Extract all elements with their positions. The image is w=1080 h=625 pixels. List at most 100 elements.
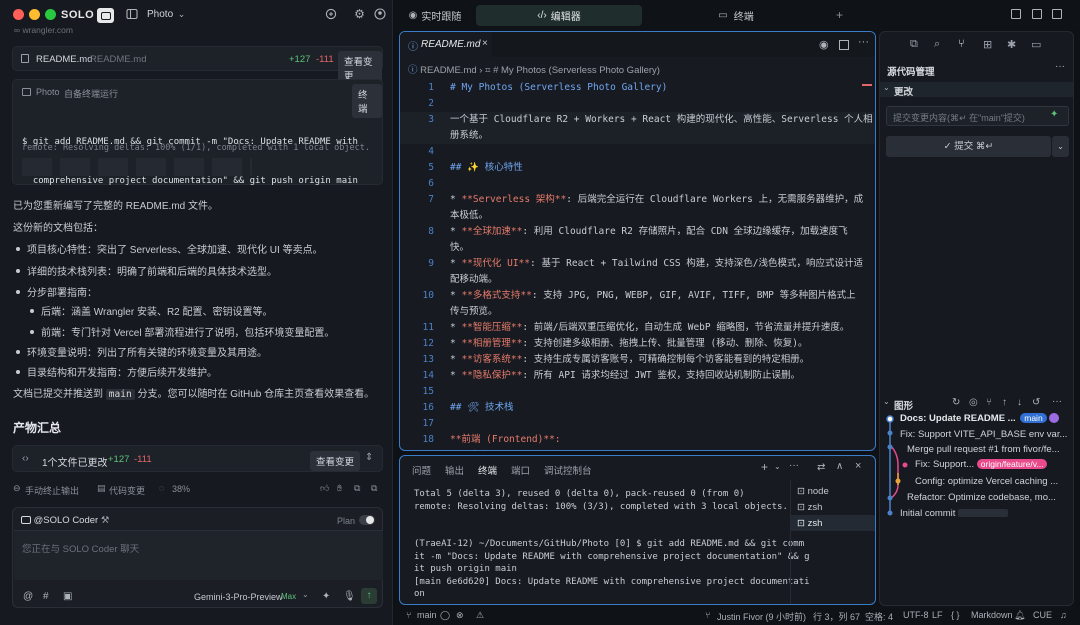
code-line[interactable]: 册系统。 bbox=[400, 128, 875, 144]
code-line[interactable]: 传与预览。 bbox=[400, 304, 875, 320]
add-tab-icon[interactable]: + bbox=[836, 8, 843, 22]
code-line[interactable]: 17 bbox=[400, 416, 875, 432]
branch-icon[interactable]: ⑂ bbox=[986, 397, 992, 408]
bell-icon[interactable]: ♫ bbox=[1060, 610, 1067, 620]
sparkle-icon[interactable]: ✦ bbox=[322, 591, 330, 602]
blame-author[interactable]: Justin Fivor (9 小时前) bbox=[717, 610, 806, 623]
push-icon[interactable]: ↑ bbox=[1002, 397, 1007, 408]
error-icon[interactable]: ⊗ bbox=[456, 610, 464, 621]
commit-row[interactable]: Refactor: Optimize codebase, mo... bbox=[907, 492, 1072, 503]
chat-add-icon[interactable] bbox=[324, 8, 337, 21]
notification-icon[interactable]: 🔔︎ bbox=[1014, 610, 1025, 621]
tab-terminal[interactable]: 终端 bbox=[478, 463, 497, 477]
copy-icon[interactable]: ⧉ bbox=[354, 483, 360, 494]
file-name[interactable]: README.md bbox=[36, 54, 92, 65]
image-icon[interactable]: ▣ bbox=[63, 591, 72, 602]
minimize-window-button[interactable] bbox=[29, 9, 40, 20]
code-line[interactable]: 16 ## 🛠 技术栈 bbox=[400, 400, 875, 416]
more-actions-icon[interactable]: ··· bbox=[1055, 61, 1065, 72]
tab-editor[interactable]: ‹/› 编辑器 bbox=[476, 5, 642, 26]
cue-status[interactable]: CUE bbox=[1033, 610, 1052, 620]
sync-icon[interactable]: ◯ bbox=[440, 610, 450, 621]
sidebar-toggle-icon[interactable] bbox=[125, 8, 138, 21]
code-line[interactable]: 14 * **隐私保护**: 所有 API 请求均经过 JWT 鉴权，支持回收站机… bbox=[400, 368, 875, 384]
refresh-icon[interactable]: ↺ bbox=[1032, 397, 1040, 408]
language-braces[interactable]: { } bbox=[951, 610, 960, 620]
settings-gear-icon[interactable]: ⚙ bbox=[353, 8, 366, 21]
artifact-view-changes-button[interactable]: 查看变更 bbox=[310, 451, 361, 471]
files-icon[interactable]: ⧉ bbox=[910, 38, 918, 51]
warning-icon[interactable]: ⚠ bbox=[476, 610, 484, 621]
chevron-down-icon[interactable]: ⌄ bbox=[175, 8, 188, 21]
target-icon[interactable]: ◎ bbox=[969, 397, 978, 408]
tab-live-follow[interactable]: ◉ 实时跟随 bbox=[400, 5, 470, 26]
plan-toggle[interactable] bbox=[359, 515, 375, 525]
code-line[interactable]: 2 bbox=[400, 96, 875, 112]
search-icon[interactable]: ⌕ bbox=[934, 38, 940, 51]
commit-row[interactable]: Initial commit bbox=[900, 508, 1072, 519]
add-terminal-icon[interactable]: + bbox=[761, 460, 768, 474]
mention-icon[interactable]: @ bbox=[23, 591, 33, 602]
close-panel-icon[interactable]: × bbox=[855, 460, 861, 472]
extensions-icon[interactable]: ⊞ bbox=[983, 38, 992, 51]
commit-button[interactable]: ✓ 提交 ⌘↵ bbox=[886, 136, 1051, 157]
hash-icon[interactable]: # bbox=[43, 591, 49, 602]
branch-status[interactable]: main bbox=[417, 610, 437, 620]
commit-message-input[interactable]: 提交变更内容(⌘↵ 在"main"提交) ✦ bbox=[886, 106, 1069, 126]
tab-debug-console[interactable]: 调试控制台 bbox=[544, 463, 592, 477]
commit-row[interactable]: Config: optimize Vercel caching ... bbox=[915, 476, 1072, 487]
code-line[interactable]: 5 ## ✨ 核心特性 bbox=[400, 160, 875, 176]
remote-icon[interactable]: ▭ bbox=[1031, 38, 1041, 51]
chevron-down-icon[interactable]: ⌄ bbox=[774, 462, 781, 471]
split-terminal-icon[interactable]: ⇄ bbox=[817, 462, 825, 473]
editor-tab-readme[interactable]: ⓘ README.md × bbox=[400, 32, 492, 57]
chevron-down-icon[interactable]: ⌄ bbox=[302, 590, 309, 599]
manual-stop-button[interactable]: 手动终止输出 bbox=[25, 484, 79, 497]
code-line[interactable]: 7 * **Serverless 架构**: 后端完全运行在 Cloudflare… bbox=[400, 192, 875, 208]
fetch-icon[interactable]: ↻ bbox=[952, 397, 960, 408]
tab-problems[interactable]: 问题 bbox=[412, 463, 431, 477]
panel-icon[interactable] bbox=[1032, 9, 1042, 19]
chevron-up-icon[interactable]: ∧ bbox=[836, 461, 843, 472]
code-line[interactable]: 6 bbox=[400, 176, 875, 192]
ai-sparkle-icon[interactable]: ✦ bbox=[1050, 109, 1058, 120]
thumbs-up-icon[interactable]: 👍︎ bbox=[320, 483, 329, 494]
code-line[interactable]: 9 * **现代化 UI**: 基于 React + Tailwind CSS 构… bbox=[400, 256, 875, 272]
cursor-position[interactable]: 行 3，列 67 bbox=[813, 610, 860, 623]
split-editor-icon[interactable] bbox=[839, 40, 849, 50]
more-actions-icon[interactable]: ··· bbox=[858, 36, 869, 48]
code-line[interactable]: 18 **前端 (Frontend)**: bbox=[400, 432, 875, 448]
code-line[interactable]: 10 * **多格式支持**: 支持 JPG, PNG, WEBP, GIF, A… bbox=[400, 288, 875, 304]
session-node[interactable]: ⊡ node bbox=[797, 486, 829, 497]
line-ending[interactable]: LF bbox=[932, 610, 943, 620]
pull-icon[interactable]: ↓ bbox=[1017, 397, 1022, 408]
commit-row[interactable]: Merge pull request #1 from fivor/fe... bbox=[907, 444, 1072, 455]
code-line[interactable]: 15 bbox=[400, 384, 875, 400]
commit-dropdown-button[interactable]: ⌄ bbox=[1052, 136, 1069, 157]
preview-eye-icon[interactable]: ◉ bbox=[819, 38, 829, 51]
code-line[interactable]: 12 * **相册管理**: 支持创建多级相册、拖拽上传、批量管理 (移动、删除、… bbox=[400, 336, 875, 352]
code-change-button[interactable]: 代码变更 bbox=[109, 484, 145, 497]
code-line[interactable]: 配移动端。 bbox=[400, 272, 875, 288]
code-line[interactable]: 1 # My Photos (Serverless Photo Gallery) bbox=[400, 80, 875, 96]
close-tab-icon[interactable]: × bbox=[482, 38, 488, 49]
split-icon[interactable] bbox=[1052, 9, 1062, 19]
indent-spaces[interactable]: 空格: 4 bbox=[865, 610, 893, 623]
more-icon[interactable]: ⧉ bbox=[371, 483, 377, 494]
code-line[interactable]: 8 * **全球加速**: 利用 Cloudflare R2 存储照片，配合 CD… bbox=[400, 224, 875, 240]
session-zsh[interactable]: ⊡ zsh bbox=[797, 502, 822, 513]
expand-icon[interactable]: ⇕ bbox=[365, 452, 373, 463]
send-button[interactable]: ↑ bbox=[361, 588, 377, 604]
tab-terminal[interactable]: ▭ 终端 bbox=[646, 5, 826, 26]
close-window-button[interactable] bbox=[13, 9, 24, 20]
project-name[interactable]: Photo bbox=[147, 9, 173, 20]
language-mode[interactable]: Markdown bbox=[971, 610, 1013, 620]
changes-header[interactable]: ⌄ 更改 bbox=[880, 82, 1073, 98]
maximize-window-button[interactable] bbox=[45, 9, 56, 20]
editor-content[interactable]: 1 # My Photos (Serverless Photo Gallery) 2… bbox=[400, 80, 875, 450]
code-line[interactable]: 3 一个基于 Cloudflare R2 + Workers + React 构建… bbox=[400, 112, 875, 128]
commit-row[interactable]: Docs: Update README ... main bbox=[900, 413, 1072, 424]
code-line[interactable]: 本极低。 bbox=[400, 208, 875, 224]
debug-icon[interactable]: ✱ bbox=[1007, 38, 1016, 51]
commit-row[interactable]: Fix: Support... origin/feature/v... bbox=[915, 459, 1072, 470]
